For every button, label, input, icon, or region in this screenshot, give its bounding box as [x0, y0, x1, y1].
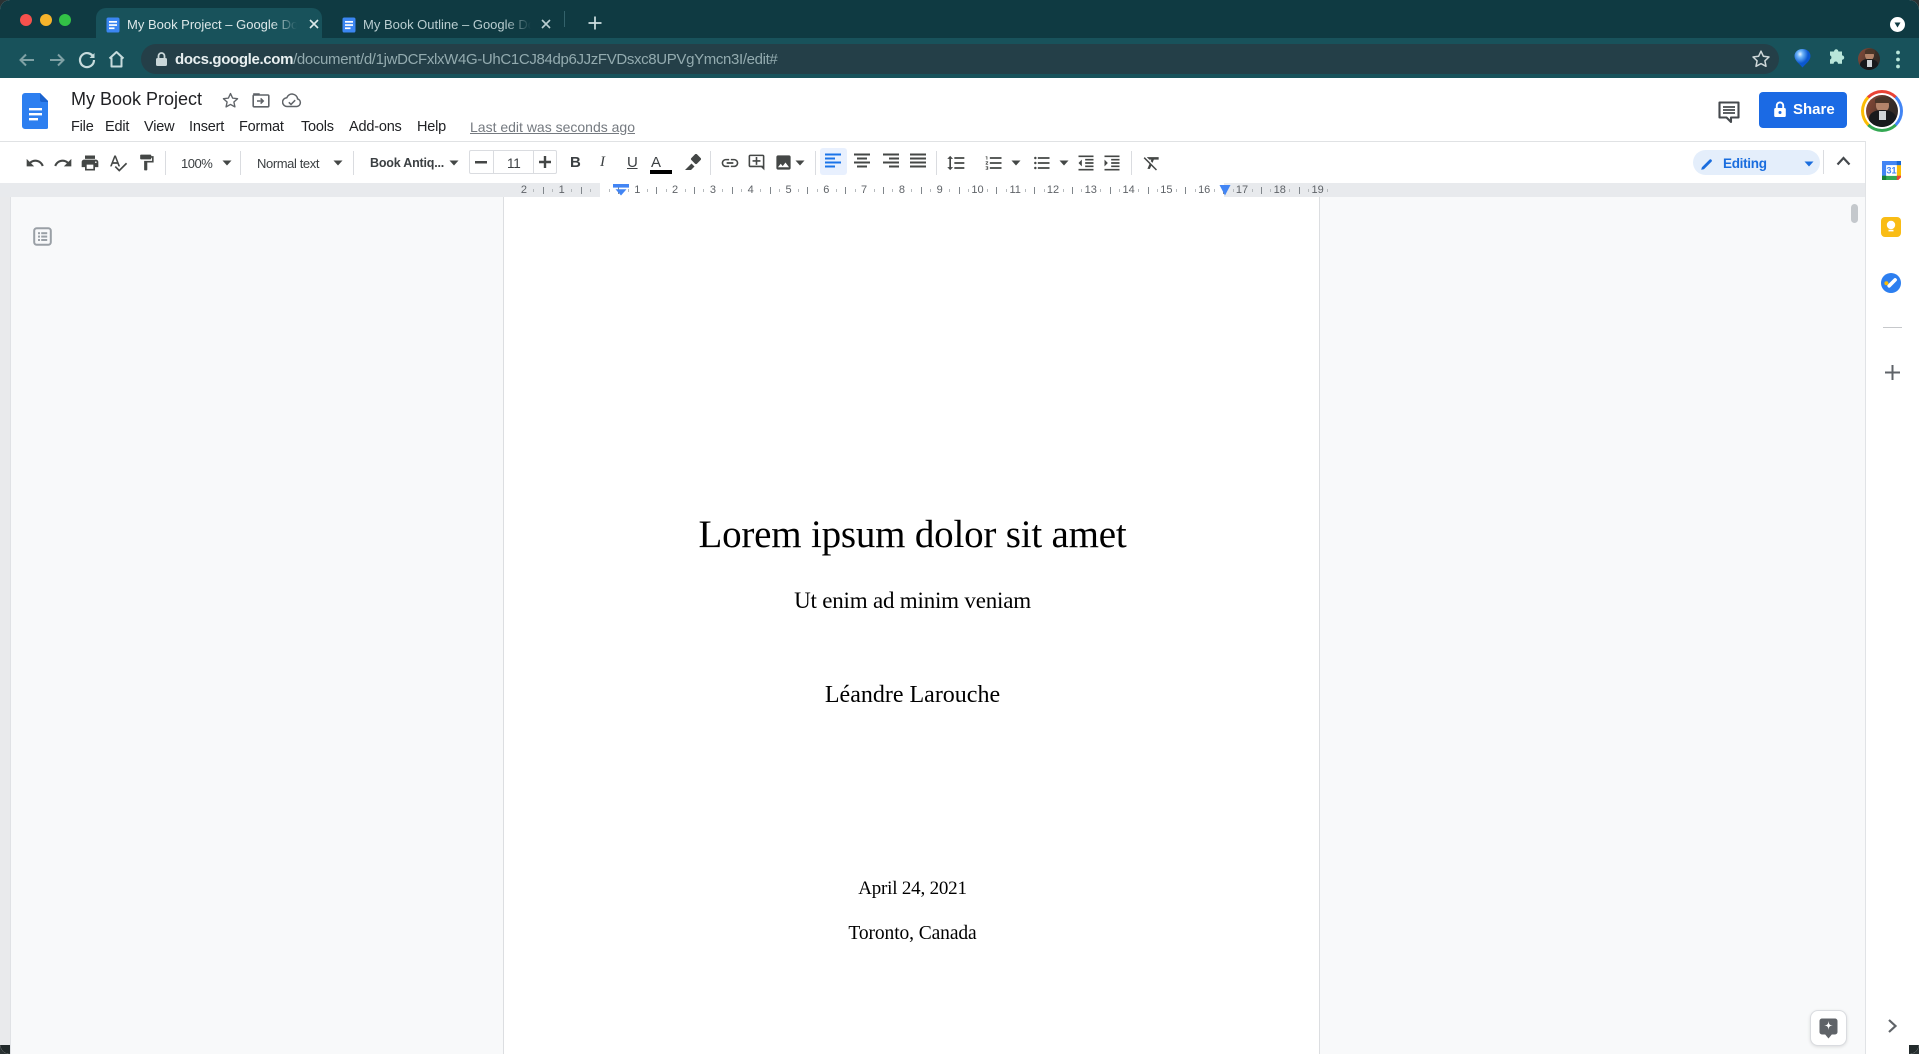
svg-text:31: 31 [1887, 166, 1897, 176]
